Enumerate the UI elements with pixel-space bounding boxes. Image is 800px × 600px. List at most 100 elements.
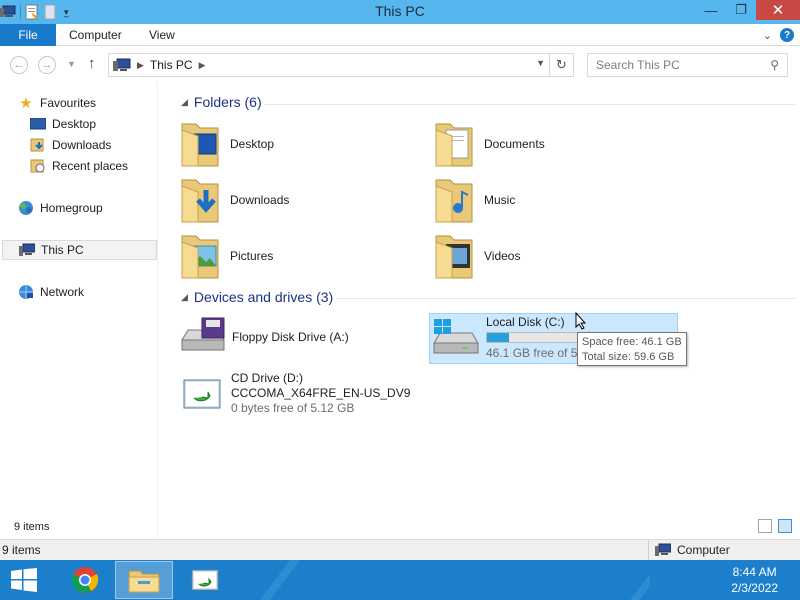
status-zone-label: Computer bbox=[677, 543, 730, 557]
group-title: Devices and drives (3) bbox=[193, 289, 334, 305]
clock-date: 2/3/2022 bbox=[731, 581, 778, 595]
folder-tile-music[interactable]: Music bbox=[434, 176, 515, 224]
navigation-pane: ★ Favourites Desktop Downloads Recent pl… bbox=[0, 82, 158, 538]
start-button[interactable] bbox=[0, 561, 48, 599]
group-divider bbox=[265, 104, 795, 105]
drive-name: Local Disk (C:) bbox=[486, 315, 565, 329]
taskbar-chrome[interactable] bbox=[56, 561, 114, 599]
network-icon bbox=[18, 285, 34, 299]
title-bar[interactable]: ▾̲ This PC — ❐ ✕ bbox=[0, 0, 800, 24]
forward-button[interactable]: → bbox=[38, 56, 56, 74]
group-divider bbox=[336, 298, 795, 299]
desktop-icon bbox=[30, 117, 46, 131]
folder-tile-desktop[interactable]: Desktop bbox=[180, 120, 274, 168]
minimize-icon: — bbox=[704, 2, 718, 18]
nav-this-pc[interactable]: This PC bbox=[2, 240, 157, 260]
downloads-folder-icon bbox=[181, 179, 219, 223]
documents-folder-icon bbox=[435, 123, 473, 167]
breadcrumb-chevron-icon[interactable]: ▶ bbox=[137, 60, 144, 71]
mouse-cursor-icon bbox=[575, 312, 587, 330]
search-icon[interactable]: ⚲ bbox=[770, 58, 779, 72]
tile-label: Pictures bbox=[230, 249, 274, 263]
collapse-chevron-icon[interactable]: ◢ bbox=[181, 97, 188, 108]
drive-free-space: 46.1 GB free of 59 bbox=[486, 346, 585, 360]
expand-ribbon-icon[interactable]: ⌄ bbox=[763, 29, 772, 42]
capacity-bar bbox=[486, 332, 584, 343]
recent-places-icon bbox=[30, 159, 46, 173]
pictures-folder-icon bbox=[181, 235, 219, 279]
help-icon[interactable]: ? bbox=[780, 28, 794, 42]
drive-tile-local-disk-c[interactable]: Local Disk (C:) 46.1 GB free of 59 bbox=[432, 315, 584, 360]
nav-label: Favourites bbox=[40, 96, 97, 110]
nav-homegroup[interactable]: Homegroup bbox=[18, 198, 174, 218]
restore-button[interactable]: ❐ bbox=[726, 0, 756, 20]
forward-arrow-icon: → bbox=[41, 59, 53, 71]
videos-folder-icon bbox=[435, 235, 473, 279]
nav-label: Network bbox=[40, 285, 85, 299]
breadcrumb-chevron-icon[interactable]: ▶ bbox=[199, 60, 206, 71]
ribbon: File Computer View ⌄ ? bbox=[0, 24, 800, 46]
downloads-icon bbox=[30, 138, 46, 152]
folder-tile-documents[interactable]: Documents bbox=[434, 120, 545, 168]
setup-icon bbox=[191, 569, 219, 591]
large-icons-view-icon[interactable] bbox=[778, 519, 792, 533]
capacity-bar-fill bbox=[487, 333, 510, 342]
tile-label: Floppy Disk Drive (A:) bbox=[232, 330, 349, 344]
tab-view[interactable]: View bbox=[149, 24, 175, 46]
details-view-icon[interactable] bbox=[758, 519, 772, 533]
close-icon: ✕ bbox=[771, 2, 785, 19]
item-count-secondary: 9 items bbox=[2, 543, 41, 557]
up-button[interactable]: ↑ bbox=[88, 55, 96, 72]
chrome-icon bbox=[71, 567, 99, 593]
folder-tile-pictures[interactable]: Pictures bbox=[180, 232, 273, 280]
taskbar-setup[interactable] bbox=[176, 561, 234, 599]
tile-label: Music bbox=[484, 193, 516, 207]
this-pc-icon bbox=[19, 243, 35, 257]
nav-favourites[interactable]: ★ Favourites bbox=[18, 93, 174, 113]
folder-tile-videos[interactable]: Videos bbox=[434, 232, 520, 280]
tile-label: Downloads bbox=[230, 193, 290, 207]
tab-computer[interactable]: Computer bbox=[69, 24, 122, 46]
nav-label: Downloads bbox=[52, 138, 112, 152]
taskbar-file-explorer[interactable] bbox=[115, 561, 173, 599]
system-clock[interactable]: 8:44 AM 2/3/2022 bbox=[731, 564, 778, 596]
back-button[interactable]: ← bbox=[10, 56, 28, 74]
tile-label: Documents bbox=[484, 137, 545, 151]
folders-group-header[interactable]: ◢ Folders (6) bbox=[181, 94, 262, 110]
tooltip-space-free: Space free: 46.1 GB bbox=[582, 336, 682, 348]
nav-label: Recent places bbox=[52, 159, 129, 173]
close-button[interactable]: ✕ bbox=[756, 0, 800, 20]
address-bar[interactable]: ▶ This PC ▶ ▼ ↻ bbox=[108, 53, 574, 77]
wallpaper-stripes bbox=[260, 560, 650, 600]
nav-label: Homegroup bbox=[40, 201, 103, 215]
status-bar: 9 items bbox=[0, 516, 800, 538]
search-placeholder: Search This PC bbox=[596, 58, 680, 72]
tab-file[interactable]: File bbox=[0, 24, 56, 46]
drive-volume-label: CCCOMA_X64FRE_EN-US_DV9 bbox=[231, 386, 411, 400]
address-dropdown-icon[interactable]: ▼ bbox=[536, 58, 545, 68]
tile-label: Desktop bbox=[230, 137, 275, 151]
breadcrumb-this-pc[interactable]: This PC bbox=[150, 58, 193, 72]
nav-label: Desktop bbox=[52, 117, 97, 131]
floppy-drive-icon bbox=[181, 317, 225, 351]
desktop-folder-icon bbox=[181, 123, 219, 167]
refresh-button[interactable]: ↻ bbox=[549, 54, 573, 76]
secondary-status-bar: 9 items Computer bbox=[0, 539, 800, 560]
refresh-icon: ↻ bbox=[556, 57, 567, 72]
file-explorer-icon bbox=[128, 570, 160, 593]
drive-tile-cd[interactable]: CD Drive (D:) CCCOMA_X64FRE_EN-US_DV9 0 … bbox=[182, 371, 410, 415]
cd-drive-icon bbox=[183, 379, 221, 409]
devices-group-header[interactable]: ◢ Devices and drives (3) bbox=[181, 289, 333, 305]
item-count: 9 items bbox=[14, 521, 50, 533]
tile-label: Videos bbox=[484, 249, 521, 263]
recent-locations-icon[interactable]: ▼ bbox=[67, 59, 76, 69]
group-title: Folders (6) bbox=[193, 94, 262, 110]
nav-network[interactable]: Network bbox=[18, 282, 174, 302]
search-input[interactable]: Search This PC ⚲ bbox=[587, 53, 788, 77]
minimize-button[interactable]: — bbox=[696, 0, 726, 20]
folder-tile-downloads[interactable]: Downloads bbox=[180, 176, 289, 224]
drive-tile-floppy[interactable]: Floppy Disk Drive (A:) bbox=[178, 316, 349, 358]
content-pane: ◢ Folders (6) Desktop Documents Download… bbox=[160, 82, 800, 538]
collapse-chevron-icon[interactable]: ◢ bbox=[181, 292, 188, 303]
windows-logo-icon bbox=[11, 568, 37, 592]
